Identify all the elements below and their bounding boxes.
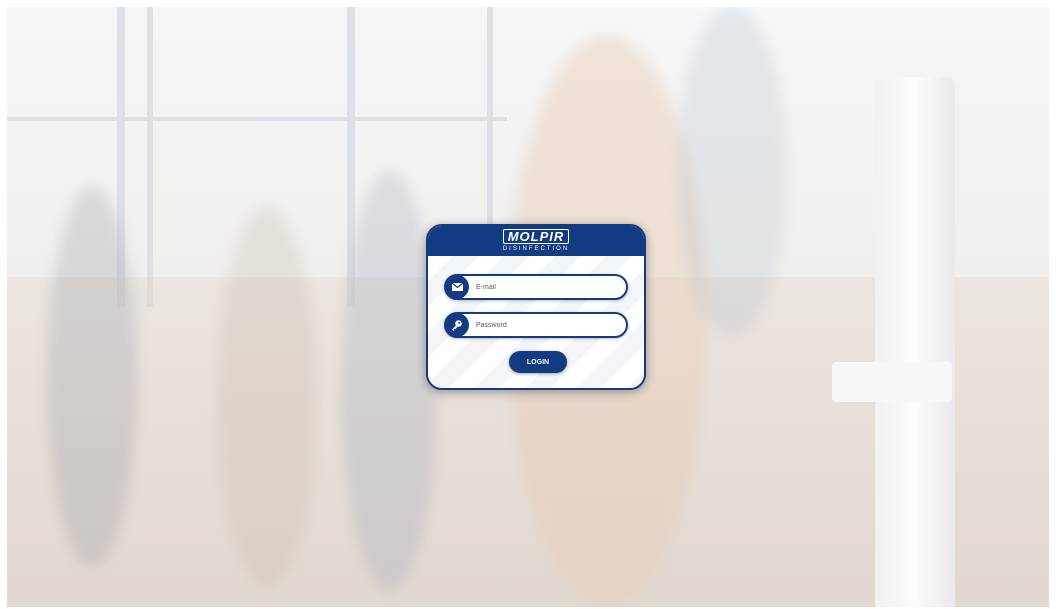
key-icon	[445, 313, 469, 337]
login-button[interactable]: LOGIN	[509, 351, 567, 373]
password-field[interactable]	[444, 312, 628, 338]
password-input[interactable]	[476, 317, 616, 333]
login-card: MOLPIR DISINFECTION LOGIN	[426, 224, 646, 390]
card-header: MOLPIR DISINFECTION	[428, 226, 644, 256]
card-body: LOGIN	[428, 256, 644, 388]
brand-tagline: DISINFECTION	[502, 246, 570, 252]
email-input[interactable]	[476, 279, 616, 295]
envelope-icon	[445, 275, 469, 299]
brand-logo: MOLPIR	[502, 229, 570, 244]
email-field[interactable]	[444, 274, 628, 300]
